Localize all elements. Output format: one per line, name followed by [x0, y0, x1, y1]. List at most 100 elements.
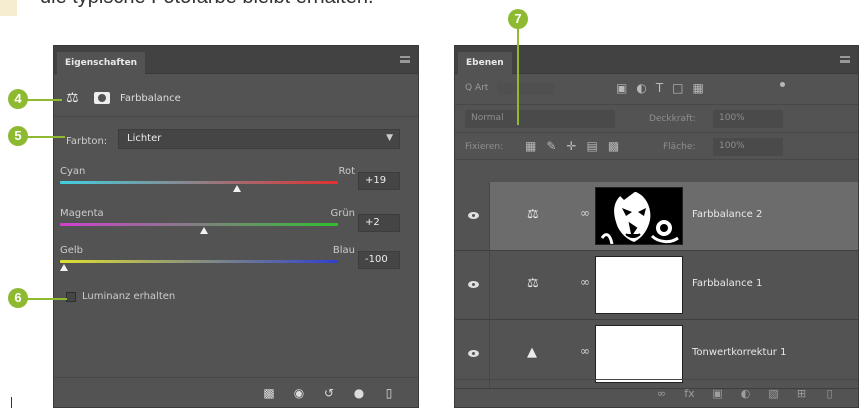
slider-track[interactable] — [60, 223, 338, 226]
page-margin-highlight — [0, 0, 17, 16]
layer-name[interactable]: Tonwertkorrektur 1 — [692, 347, 786, 358]
link-icon[interactable]: ∞ — [580, 344, 590, 358]
opacity-field[interactable]: 100% — [713, 110, 783, 128]
slider-thumb[interactable] — [60, 264, 68, 271]
eye-icon[interactable] — [468, 281, 479, 288]
view-previous-icon[interactable]: ◉ — [292, 386, 306, 400]
color-balance-icon: ⚖ — [527, 276, 539, 291]
layer-filter-row: Q Art ▣ ◐ T □ ▦ — [455, 74, 858, 104]
lock-icons: ▦ ✎ ✛ ▤ ▩ — [525, 139, 619, 153]
slider-thumb[interactable] — [200, 227, 209, 234]
layer-row[interactable]: ⚖ ∞ Farbbalance 1 — [455, 251, 858, 320]
visibility-cell[interactable] — [455, 182, 490, 250]
slider-track[interactable] — [60, 260, 338, 263]
slider-value-field[interactable]: -100 — [358, 251, 400, 269]
link-icon[interactable]: ∞ — [580, 206, 590, 220]
lock-move-icon[interactable]: ✛ — [566, 139, 576, 153]
levels-icon: ▲ — [527, 345, 537, 360]
properties-title: Farbbalance — [120, 92, 181, 104]
filter-icons: ▣ ◐ T □ ▦ — [616, 81, 704, 95]
slider-cyan-red: Cyan Rot +19 — [54, 166, 420, 206]
filter-kind-label: Q Art — [465, 83, 489, 93]
color-balance-icon: ⚖ — [527, 207, 539, 222]
slider-right-label: Rot — [338, 166, 355, 177]
lock-transparency-icon[interactable]: ▦ — [525, 139, 536, 153]
opacity-label: Deckkraft: — [649, 114, 696, 124]
filter-pixel-icon[interactable]: ▣ — [616, 81, 627, 95]
luminance-checkbox[interactable] — [66, 291, 76, 302]
eye-icon[interactable] — [468, 212, 479, 219]
slider-track[interactable] — [60, 181, 338, 184]
adjustment-layer-icon[interactable]: ◐ — [739, 387, 752, 400]
panel-titlebar: Eigenschaften — [54, 46, 418, 74]
slider-yellow-blue: Gelb Blau -100 — [54, 245, 420, 285]
slider-value-field[interactable]: +2 — [358, 214, 400, 232]
tone-label: Farbton: — [66, 136, 108, 147]
visibility-icon[interactable]: ● — [352, 386, 366, 400]
layer-mask-icon[interactable] — [94, 92, 110, 104]
tab-properties[interactable]: Eigenschaften — [57, 52, 146, 74]
properties-bottom-bar: ▩ ◉ ↺ ● ▯ — [54, 377, 418, 407]
layer-name[interactable]: Farbbalance 2 — [692, 209, 762, 220]
divider — [54, 116, 418, 117]
fill-field[interactable]: 100% — [713, 138, 783, 156]
luminance-label: Luminanz erhalten — [82, 291, 176, 302]
blend-row: Normal Deckkraft: 100% — [455, 104, 858, 132]
callout-badge: 6 — [8, 288, 28, 308]
filter-type-icon[interactable]: T — [656, 81, 663, 95]
callout-line — [26, 99, 62, 101]
slider-left-label: Magenta — [60, 208, 104, 219]
layer-mask-thumbnail[interactable] — [595, 187, 683, 245]
chevron-down-icon: ▼ — [386, 133, 393, 143]
tone-select[interactable]: Lichter ▼ — [118, 129, 400, 149]
page-margin-mark — [11, 397, 12, 408]
color-balance-icon: ⚖ — [66, 90, 79, 106]
panel-titlebar: Ebenen — [455, 46, 858, 74]
layers-panel: Ebenen Q Art ▣ ◐ T □ ▦ Normal Deckkraft:… — [454, 45, 859, 408]
trash-icon[interactable]: ▯ — [823, 387, 836, 400]
lock-artboard-icon[interactable]: ▤ — [586, 139, 597, 153]
link-layers-icon[interactable]: ∞ — [655, 387, 668, 400]
lock-all-icon[interactable]: ▩ — [608, 139, 619, 153]
filter-adjustment-icon[interactable]: ◐ — [636, 81, 646, 95]
luminance-row: Luminanz erhalten — [66, 291, 175, 302]
folder-icon[interactable]: ▧ — [767, 387, 780, 400]
slider-thumb[interactable] — [232, 185, 241, 192]
callout-badge: 7 — [508, 9, 528, 29]
new-layer-icon[interactable]: ⊞ — [795, 387, 808, 400]
clip-icon[interactable]: ▩ — [262, 386, 276, 400]
visibility-cell[interactable] — [455, 320, 490, 388]
reset-icon[interactable]: ↺ — [322, 386, 336, 400]
slider-magenta-green: Magenta Grün +2 — [54, 208, 420, 248]
visibility-cell[interactable] — [455, 251, 490, 319]
blend-mode-select[interactable]: Normal — [465, 110, 615, 128]
layer-name[interactable]: Farbbalance 1 — [692, 278, 762, 289]
fill-label: Fläche: — [663, 142, 696, 152]
callout-badge: 4 — [8, 89, 28, 109]
layer-row[interactable]: ⚖ ∞ Farbbalance 2 — [455, 182, 858, 251]
lock-label: Fixieren: — [465, 142, 504, 152]
callout-line — [517, 27, 519, 125]
link-icon[interactable]: ∞ — [580, 275, 590, 289]
filter-toggle-icon[interactable] — [780, 82, 785, 87]
filter-kind-select[interactable] — [497, 83, 555, 95]
layer-mask-thumbnail[interactable] — [595, 325, 683, 383]
lock-brush-icon[interactable]: ✎ — [546, 139, 556, 153]
fx-icon[interactable]: fx — [683, 387, 696, 400]
trash-icon[interactable]: ▯ — [382, 386, 396, 400]
tab-layers[interactable]: Ebenen — [458, 52, 512, 74]
filter-shape-icon[interactable]: □ — [672, 81, 683, 95]
slider-left-label: Cyan — [60, 166, 86, 177]
caption-text: die typische Fotofarbe bleibt erhalten. — [40, 0, 740, 9]
slider-right-label: Grün — [330, 208, 355, 219]
slider-value-field[interactable]: +19 — [358, 172, 400, 190]
properties-panel: Eigenschaften ⚖ Farbbalance Farbton: Lic… — [53, 45, 419, 408]
slider-left-label: Gelb — [60, 245, 84, 256]
layer-mask-thumbnail[interactable] — [595, 256, 683, 314]
add-mask-icon[interactable]: ▣ — [711, 387, 724, 400]
panel-menu-icon[interactable] — [400, 56, 410, 63]
panel-menu-icon[interactable] — [840, 56, 850, 63]
eye-icon[interactable] — [468, 350, 479, 357]
filter-smartobject-icon[interactable]: ▦ — [693, 81, 704, 95]
lock-row: Fixieren: ▦ ✎ ✛ ▤ ▩ Fläche: 100% — [455, 132, 858, 160]
